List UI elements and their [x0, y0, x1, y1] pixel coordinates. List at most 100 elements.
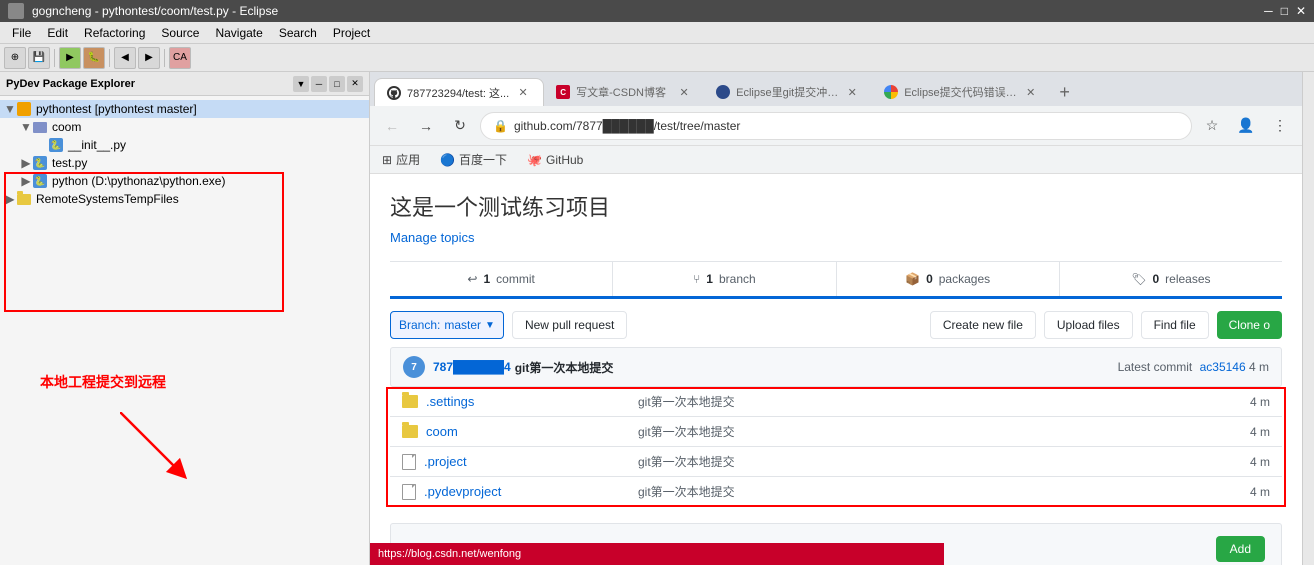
bookmarks-bar: ⊞ 应用 🔵 百度一下 🐙 GitHub [370, 146, 1302, 174]
file-row-project[interactable]: .project git第一次本地提交 4 m [390, 447, 1282, 477]
file-row-pydevproject[interactable]: .pydevproject git第一次本地提交 4 m [390, 477, 1282, 507]
tree-label-coom: coom [52, 120, 81, 134]
menu-edit[interactable]: Edit [39, 24, 76, 42]
new-pull-request-btn[interactable]: New pull request [512, 311, 627, 339]
file-link-project[interactable]: .project [424, 454, 467, 469]
commit-user[interactable]: 787██████4 [433, 360, 511, 374]
maximize-btn[interactable]: □ [1281, 4, 1288, 18]
bookmark-btn[interactable]: ☆ [1198, 112, 1226, 140]
manage-topics-link[interactable]: Manage topics [390, 230, 1282, 245]
bookmark-apps-label: 应用 [396, 151, 420, 168]
browser-tabs: 787723294/test: 这... ✕ C 写文章-CSDN博客 ✕ Ec… [370, 72, 1302, 106]
tab-eclipse-code[interactable]: Eclipse提交代码错误… ✕ [872, 78, 1050, 106]
tab-eclipse-git[interactable]: Eclipse里git提交冲… ✕ [704, 78, 872, 106]
account-btn[interactable]: 👤 [1232, 112, 1260, 140]
menu-file[interactable]: File [4, 24, 39, 42]
tree-label-project: pythontest [pythontest master] [36, 102, 197, 116]
chrome-favicon [884, 85, 898, 99]
tab-github[interactable]: 787723294/test: 这... ✕ [374, 78, 544, 106]
stat-branches[interactable]: ⑂ 1 branch [613, 262, 836, 296]
file-name-coom: coom [402, 424, 622, 439]
csdn-bar: https://blog.csdn.net/wenfong [370, 543, 944, 565]
tree-item-coom[interactable]: ▼ coom [0, 118, 369, 136]
tab-eclipse-git-close[interactable]: ✕ [844, 84, 860, 100]
tab-eclipse-code-close[interactable]: ✕ [1023, 84, 1039, 100]
tree-item-init[interactable]: 🐍 __init__.py [0, 136, 369, 154]
url-text: github.com/7877██████/test/tree/master [514, 119, 740, 133]
tree-item-testpy[interactable]: ▶ 🐍 test.py [0, 154, 369, 172]
minimize-btn[interactable]: ─ [1264, 4, 1273, 18]
file-commit-pydevproject: git第一次本地提交 [622, 483, 1250, 500]
file-row-coom[interactable]: coom git第一次本地提交 4 m [390, 417, 1282, 447]
branch-selector[interactable]: Branch: master ▼ [390, 311, 504, 339]
bookmark-apps[interactable]: ⊞ 应用 [378, 149, 424, 170]
file-link-coom[interactable]: coom [426, 424, 458, 439]
avatar: 7 [403, 356, 425, 378]
tb-user[interactable]: CA [169, 47, 191, 69]
tab-csdn-label: 写文章-CSDN博客 [576, 84, 666, 100]
stat-commits[interactable]: ↩ 1 commit [390, 262, 613, 296]
tab-eclipse-code-label: Eclipse提交代码错误… [904, 84, 1016, 100]
file-commit-coom: git第一次本地提交 [622, 423, 1250, 440]
branch-label-prefix: Branch: [399, 318, 440, 332]
annotation-text: 本地工程提交到远程 [40, 372, 166, 392]
menu-search[interactable]: Search [271, 24, 325, 42]
sep1 [54, 49, 55, 67]
create-new-file-btn[interactable]: Create new file [930, 311, 1036, 339]
tb-save[interactable]: 💾 [28, 47, 50, 69]
commit-label: commit [496, 272, 535, 286]
tab-github-close[interactable]: ✕ [515, 85, 531, 101]
menu-source[interactable]: Source [153, 24, 207, 42]
file-commit-settings: git第一次本地提交 [622, 393, 1250, 410]
forward-button[interactable]: → [412, 112, 440, 140]
tab-csdn-close[interactable]: ✕ [676, 84, 692, 100]
panel-collapse[interactable]: ▼ [293, 76, 309, 92]
menu-navigate[interactable]: Navigate [207, 24, 270, 42]
scrollbar-right[interactable] [1302, 72, 1314, 565]
back-button[interactable]: ← [378, 112, 406, 140]
panel-min[interactable]: ─ [311, 76, 327, 92]
commit-count: 1 [483, 272, 490, 286]
close-btn[interactable]: ✕ [1296, 4, 1306, 18]
tab-github-label: 787723294/test: 这... [407, 85, 509, 101]
clone-btn[interactable]: Clone o [1217, 311, 1282, 339]
address-bar[interactable]: 🔒 github.com/7877██████/test/tree/master [480, 112, 1192, 140]
tree-item-remote[interactable]: ▶ RemoteSystemsTempFiles [0, 190, 369, 208]
file-commit-project: git第一次本地提交 [622, 453, 1250, 470]
panel-close[interactable]: ✕ [347, 76, 363, 92]
panel-max[interactable]: □ [329, 76, 345, 92]
bookmark-baidu[interactable]: 🔵 百度一下 [436, 149, 511, 170]
bookmark-github[interactable]: 🐙 GitHub [523, 151, 587, 169]
file-row-settings[interactable]: .settings git第一次本地提交 4 m [390, 387, 1282, 417]
tree-item-python[interactable]: ▶ 🐍 python (D:\pythonaz\python.exe) [0, 172, 369, 190]
more-btn[interactable]: ⋮ [1266, 112, 1294, 140]
tb-run[interactable]: ▶ [59, 47, 81, 69]
file-time-pydevproject: 4 m [1250, 485, 1270, 499]
file-name-project: .project [402, 454, 622, 470]
menu-project[interactable]: Project [325, 24, 378, 42]
tb-debug[interactable]: 🐛 [83, 47, 105, 69]
annotation-arrow [120, 412, 200, 495]
github-bm-icon: 🐙 [527, 153, 542, 167]
find-file-label: Find file [1154, 318, 1196, 332]
find-file-btn[interactable]: Find file [1141, 311, 1209, 339]
tb-forward[interactable]: ▶ [138, 47, 160, 69]
tb-new[interactable]: ⊕ [4, 47, 26, 69]
tab-csdn[interactable]: C 写文章-CSDN博客 ✕ [544, 78, 704, 106]
upload-files-btn[interactable]: Upload files [1044, 311, 1133, 339]
csdn-bar-text: https://blog.csdn.net/wenfong [378, 548, 521, 560]
tree-item-project[interactable]: ▼ pythontest [pythontest master] [0, 100, 369, 118]
stat-releases[interactable]: 🏷 0 releases [1060, 262, 1282, 296]
stat-packages[interactable]: 📦 0 packages [837, 262, 1060, 296]
menu-refactoring[interactable]: Refactoring [76, 24, 153, 42]
folder-icon-coom [402, 425, 418, 438]
reload-button[interactable]: ↻ [446, 112, 474, 140]
branch-name: master [444, 318, 481, 332]
new-tab-button[interactable]: + [1051, 78, 1079, 106]
tb-back[interactable]: ◀ [114, 47, 136, 69]
add-readme-button[interactable]: Add [1216, 536, 1265, 562]
sep3 [164, 49, 165, 67]
file-link-settings[interactable]: .settings [426, 394, 474, 409]
file-link-pydevproject[interactable]: .pydevproject [424, 484, 501, 499]
commit-hash[interactable]: ac35146 [1200, 360, 1246, 374]
